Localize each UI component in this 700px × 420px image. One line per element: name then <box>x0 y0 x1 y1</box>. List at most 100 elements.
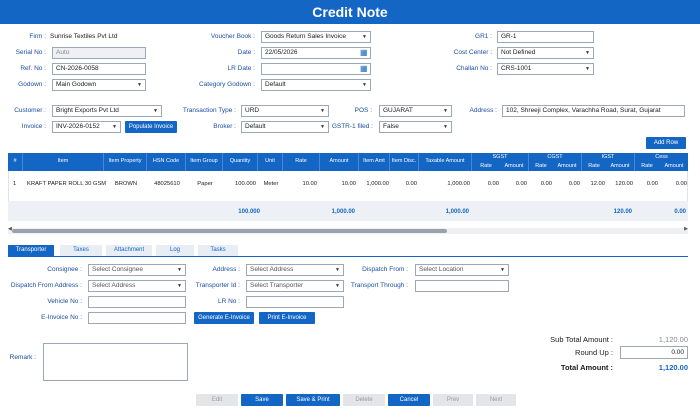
chevron-down-icon: ▼ <box>443 124 448 130</box>
transporter-id-select[interactable]: Select Transporter ▼ <box>246 280 344 292</box>
dispatch-from-select[interactable]: Select Location ▼ <box>415 264 509 276</box>
broker-label: Broker : <box>213 123 236 130</box>
print-einvoice-button[interactable]: Print E-Invoice <box>259 312 315 324</box>
row-rate: 10.00 <box>302 181 317 187</box>
ref-no-field[interactable]: CN-2026-0058 <box>52 63 146 75</box>
grid-sub-cess-amount: Amount <box>664 163 684 169</box>
total-quantity: 100.000 <box>238 209 260 215</box>
grid-col-igst: IGST <box>601 154 615 160</box>
calendar-icon[interactable]: ▦ <box>360 48 369 58</box>
pos-select[interactable]: GUJARAT ▼ <box>379 105 452 117</box>
calendar-icon[interactable]: ▦ <box>360 64 369 74</box>
customer-select[interactable]: Bright Exports Pvt Ltd ▼ <box>52 105 162 117</box>
tab-attachment[interactable]: Attachment <box>106 245 152 256</box>
scroll-left-icon[interactable]: ◀ <box>8 226 12 232</box>
ref-no-label: Ref. No : <box>20 65 46 72</box>
chevron-down-icon: ▼ <box>362 34 367 40</box>
grid-sub-cgst-rate: Rate <box>535 163 547 169</box>
consignee-select[interactable]: Select Consignee ▼ <box>88 264 186 276</box>
lr-date-field[interactable]: ▦ <box>261 63 371 75</box>
chevron-down-icon: ▼ <box>177 283 182 289</box>
challan-no-select[interactable]: CRS-1001 ▼ <box>497 63 594 75</box>
cost-center-select[interactable]: Not Defined ▼ <box>497 47 594 59</box>
grid-sub-sgst-amount: Amount <box>504 163 524 169</box>
voucher-book-select[interactable]: Goods Return Sales Invoice ▼ <box>261 31 371 43</box>
broker-select[interactable]: Default ▼ <box>241 121 329 133</box>
chevron-down-icon: ▼ <box>362 82 367 88</box>
grid-col-quantity: Quantity <box>229 158 251 164</box>
tab-transporter[interactable]: Transporter <box>8 245 54 256</box>
vehicle-no-field[interactable] <box>88 296 186 308</box>
transaction-type-select[interactable]: URD ▼ <box>241 105 329 117</box>
gstr1-filed-select[interactable]: False ▼ <box>379 121 452 133</box>
date-field[interactable]: 22/05/2026 ▦ <box>261 47 371 59</box>
gstr1-filed-label: GSTR-1 filed : <box>331 123 373 130</box>
edit-button[interactable]: Edit <box>196 394 238 406</box>
address-field[interactable]: 102, Shreeji Complex, Varachha Road, Sur… <box>502 105 685 117</box>
row-quantity: 100.000 <box>235 181 256 187</box>
grid-sub-sgst-rate: Rate <box>480 163 492 169</box>
godown-select[interactable]: Main Godown ▼ <box>52 79 146 91</box>
row-cgst-amt: 0.00 <box>568 181 580 187</box>
transport-through-field[interactable] <box>415 280 509 292</box>
round-up-field[interactable]: 0.00 <box>620 346 688 359</box>
save-print-button[interactable]: Save & Print <box>286 394 340 406</box>
total-amount-label: Total Amount : <box>560 363 613 372</box>
row-igst-rate: 12.00 <box>590 181 605 187</box>
sub-total-label: Sub Total Amount : <box>550 335 613 344</box>
next-button[interactable]: Next <box>476 394 516 406</box>
delete-button[interactable]: Delete <box>343 394 385 406</box>
invoice-select[interactable]: INV-2026-0152 ▼ <box>52 121 121 133</box>
cancel-button[interactable]: Cancel <box>388 394 430 406</box>
chevron-down-icon: ▼ <box>112 124 117 130</box>
serial-no-field[interactable]: Auto <box>52 47 146 59</box>
grid-col-hsn: HSN Code <box>152 158 180 164</box>
save-button[interactable]: Save <box>241 394 283 406</box>
scroll-right-icon[interactable]: ▶ <box>684 226 688 232</box>
row-unit: Meter <box>263 181 279 187</box>
address-label: Address : <box>469 107 497 114</box>
grid-col-disc: Item Disc. <box>391 158 417 164</box>
transport-address-label: Address : <box>212 266 240 273</box>
chevron-down-icon: ▼ <box>153 108 158 114</box>
voucher-book-label: Voucher Book : <box>210 33 255 40</box>
lr-no-field[interactable] <box>246 296 344 308</box>
round-up-label: Round Up : <box>575 348 613 357</box>
tab-tasks[interactable]: Tasks <box>198 245 238 256</box>
category-godown-select[interactable]: Default ▼ <box>261 79 371 91</box>
transport-address-select[interactable]: Select Address ▼ <box>246 264 344 276</box>
grid-col-cgst: CGST <box>547 154 563 160</box>
grid-col-rate: Rate <box>295 158 307 164</box>
row-cgst-rate: 0.00 <box>540 181 552 187</box>
einvoice-no-field[interactable] <box>88 312 186 324</box>
table-row[interactable]: 1 KRAFT PAPER ROLL 30 GSM BROWN 48025610… <box>8 171 688 201</box>
gr1-label: GR1 : <box>475 33 492 40</box>
scrollbar-thumb[interactable] <box>12 229 447 233</box>
lr-no-label: LR No : <box>217 298 240 305</box>
row-item-amt: 1,000.00 <box>366 181 389 187</box>
total-item-amt: 1,000.00 <box>331 209 355 215</box>
row-property: BROWN <box>114 181 138 187</box>
tab-taxes[interactable]: Taxes <box>60 245 102 256</box>
row-taxable: 1,000.00 <box>447 181 470 187</box>
page-title: Credit Note <box>0 0 700 24</box>
row-cess-amt: 0.00 <box>675 181 687 187</box>
dispatch-from-address-label: Dispatch From Address : <box>10 282 82 289</box>
pos-label: POS : <box>354 107 372 114</box>
dispatch-from-address-select[interactable]: Select Address ▼ <box>88 280 186 292</box>
generate-einvoice-button[interactable]: Generate E-Invoice <box>194 312 254 324</box>
add-row-button[interactable]: Add Row <box>646 137 686 149</box>
dispatch-from-label: Dispatch From : <box>362 266 408 273</box>
consignee-label: Consignee : <box>47 266 82 273</box>
populate-invoice-button[interactable]: Populate Invoice <box>125 121 177 133</box>
gr1-field[interactable]: GR-1 <box>497 31 594 43</box>
lr-date-label: LR Date : <box>227 65 255 72</box>
tab-log[interactable]: Log <box>156 245 194 256</box>
remark-textarea[interactable] <box>43 343 188 381</box>
firm-value: Sunrise Textiles Pvt Ltd <box>50 33 118 40</box>
prev-button[interactable]: Prev <box>433 394 473 406</box>
grid-col-property: Item Property <box>108 158 142 164</box>
grid-col-item-amt: Item Amt <box>363 158 385 164</box>
transaction-type-label: Transaction Type : <box>182 107 236 114</box>
grid-scrollbar[interactable]: ◀ ▶ <box>8 226 688 234</box>
